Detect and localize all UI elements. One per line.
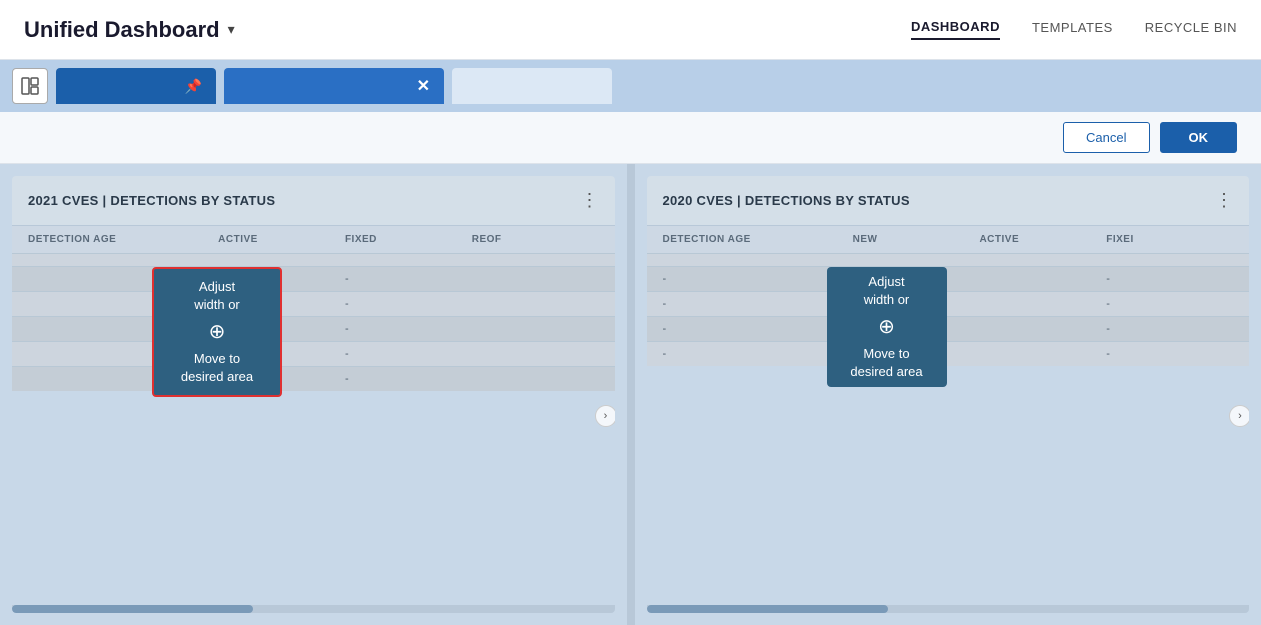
dialog-action-row: Cancel OK	[0, 112, 1261, 164]
panel-divider[interactable]	[627, 164, 635, 625]
left-panel-scrollbar[interactable]	[12, 605, 615, 613]
overlay-adjust-text: Adjustwidth or	[194, 278, 240, 314]
tab-3[interactable]	[452, 68, 612, 104]
layout-icon	[21, 77, 39, 95]
right-panel-title: 2020 CVES | DETECTIONS BY STATUS	[663, 193, 910, 208]
table-row: - -	[647, 266, 1250, 291]
ok-button[interactable]: OK	[1160, 122, 1238, 153]
left-panel-column-headers: DETECTION AGE ACTIVE FIXED REOF	[12, 226, 615, 253]
header-left: Unified Dashboard ▾	[24, 17, 235, 43]
col-active: ACTIVE	[218, 234, 345, 245]
header-nav: DASHBOARD TEMPLATES RECYCLE BIN	[911, 19, 1237, 40]
left-panel-header: 2021 CVES | DETECTIONS BY STATUS ⋮	[12, 176, 615, 226]
right-arrow-button[interactable]: ›	[595, 405, 615, 427]
col-active-r: ACTIVE	[979, 234, 1106, 245]
left-panel-menu-icon[interactable]: ⋮	[581, 190, 599, 211]
col-new: NEW	[853, 234, 980, 245]
pin-icon[interactable]: 📌	[185, 78, 202, 95]
table-row: -	[12, 366, 615, 391]
left-panel-overlay[interactable]: Adjustwidth or ⊕ Move todesired area	[152, 267, 282, 397]
overlay-move-text: Move todesired area	[181, 350, 253, 386]
nav-recycle-bin[interactable]: RECYCLE BIN	[1145, 20, 1237, 39]
table-row: -	[12, 341, 615, 366]
table-row	[647, 253, 1250, 266]
right-panel-table-body: - - - - - - - -	[647, 253, 1250, 366]
table-row: -	[12, 316, 615, 341]
col-detection-age: DETECTION AGE	[28, 234, 218, 245]
right-panel-menu-icon[interactable]: ⋮	[1215, 190, 1233, 211]
tab-2[interactable]: ✕	[224, 68, 444, 104]
right-panel: 2020 CVES | DETECTIONS BY STATUS ⋮ DETEC…	[647, 176, 1250, 613]
move-icon: ⊕	[209, 318, 226, 346]
toolbar: 📌 ✕	[0, 60, 1261, 112]
col-fixei: FIXEI	[1106, 234, 1233, 245]
col-detection-age-r: DETECTION AGE	[663, 234, 853, 245]
table-row: - -	[647, 341, 1250, 366]
left-panel-title: 2021 CVES | DETECTIONS BY STATUS	[28, 193, 275, 208]
main-content: 2021 CVES | DETECTIONS BY STATUS ⋮ DETEC…	[0, 164, 1261, 625]
overlay-adjust-text-r: Adjustwidth or	[864, 273, 910, 309]
table-row: - -	[647, 291, 1250, 316]
right-panel-overlay[interactable]: Adjustwidth or ⊕ Move todesired area	[827, 267, 947, 387]
tab-1-text	[70, 79, 175, 94]
close-icon[interactable]: ✕	[417, 76, 430, 96]
right-panel-scrollbar[interactable]	[647, 605, 1250, 613]
right-panel-header: 2020 CVES | DETECTIONS BY STATUS ⋮	[647, 176, 1250, 226]
tab-3-text	[466, 79, 470, 94]
scrollbar-thumb[interactable]	[12, 605, 253, 613]
app-title: Unified Dashboard	[24, 17, 220, 43]
chevron-down-icon[interactable]: ▾	[228, 21, 235, 38]
left-panel-table-body: - - - -	[12, 253, 615, 391]
col-reof: REOF	[472, 234, 599, 245]
left-panel: 2021 CVES | DETECTIONS BY STATUS ⋮ DETEC…	[12, 176, 615, 613]
overlay-move-text-r: Move todesired area	[850, 345, 922, 381]
move-icon-r: ⊕	[878, 313, 895, 341]
table-row: -	[12, 291, 615, 316]
tab-2-text	[238, 79, 407, 94]
right-panel-column-headers: DETECTION AGE NEW ACTIVE FIXEI	[647, 226, 1250, 253]
nav-templates[interactable]: TEMPLATES	[1032, 20, 1113, 39]
cancel-button[interactable]: Cancel	[1063, 122, 1149, 153]
table-row: - -	[647, 316, 1250, 341]
table-row	[12, 253, 615, 266]
table-row: -	[12, 266, 615, 291]
col-fixed: FIXED	[345, 234, 472, 245]
scrollbar-thumb-r[interactable]	[647, 605, 888, 613]
layout-icon-button[interactable]	[12, 68, 48, 104]
tab-1-active[interactable]: 📌	[56, 68, 216, 104]
nav-dashboard[interactable]: DASHBOARD	[911, 19, 1000, 40]
right-panel-right-arrow[interactable]: ›	[1229, 405, 1249, 427]
app-header: Unified Dashboard ▾ DASHBOARD TEMPLATES …	[0, 0, 1261, 60]
